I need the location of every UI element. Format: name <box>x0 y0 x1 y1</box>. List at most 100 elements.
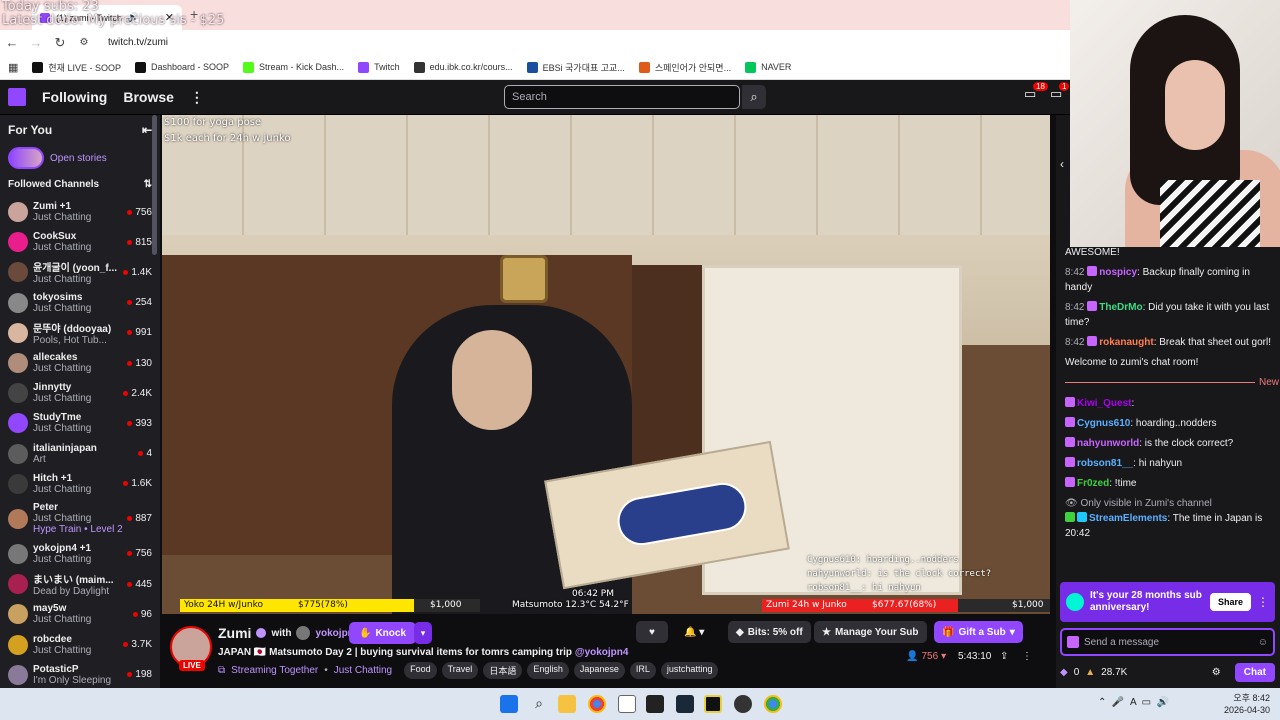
sidebar-channel[interactable]: Peter Just Chatting Hype Train • Level 2 88… <box>0 499 160 539</box>
bookmark-item[interactable]: 스페인어가 안되면... <box>638 61 731 74</box>
stream-tag[interactable]: Food <box>404 662 437 679</box>
more-icon[interactable]: ⋮ <box>190 89 204 106</box>
more-options-icon[interactable]: ⋮ <box>1022 651 1032 662</box>
knock-button[interactable]: ✋ Knock <box>349 622 417 644</box>
tray-icons[interactable]: ⌃ 🎤 A ▭ 🔊 <box>1098 697 1169 708</box>
sidebar-channel[interactable]: yokojpn4 +1 Just Chatting 756 <box>0 539 160 569</box>
title-mention[interactable]: @yokojpn4 <box>575 647 629 658</box>
twitch-logo-icon[interactable] <box>8 88 26 106</box>
app-icon[interactable] <box>704 695 722 713</box>
steam-icon[interactable] <box>676 695 694 713</box>
sidebar-channel[interactable]: Zumi +1 Just Chatting 756 <box>0 197 160 227</box>
chat-username[interactable]: TheDrMo <box>1099 302 1142 313</box>
chat-line[interactable]: nahyunworld: is the clock correct? <box>1065 436 1279 451</box>
nav-following[interactable]: Following <box>42 89 107 105</box>
stream-tag[interactable]: English <box>527 662 569 679</box>
alerts-icon[interactable]: ▭ 1 <box>1050 82 1070 102</box>
stream-tag[interactable]: Japanese <box>573 662 625 679</box>
chat-line[interactable]: Cygnus610: hoarding..nodders <box>1065 416 1279 431</box>
stream-tag[interactable]: IRL <box>629 662 656 679</box>
sidebar-channel[interactable]: may5w Just Chatting 96 <box>0 599 160 629</box>
chat-username[interactable]: nahyunworld <box>1077 438 1139 449</box>
download-app-icon[interactable] <box>646 695 664 713</box>
chat-line[interactable]: Fr0zed: !time <box>1065 476 1279 491</box>
obs-icon[interactable] <box>734 695 752 713</box>
channel-points-icon[interactable]: ◆ <box>1060 667 1068 678</box>
chat-input[interactable]: Send a message ☺ <box>1060 628 1275 656</box>
sidebar-channel[interactable]: 윤개굴이 (yoon_f... Just Chatting 1.4K <box>0 257 160 287</box>
chat-line[interactable]: robson81__: hi nahyun <box>1065 456 1279 471</box>
sidebar-channel[interactable]: まいまい (maim... Dead by Daylight 445 <box>0 569 160 599</box>
sidebar-channel[interactable]: allecakes Just Chatting 130 <box>0 348 160 378</box>
knock-dropdown-icon[interactable]: ▾ <box>414 622 432 644</box>
chat-line[interactable]: StreamElements: The time in Japan is 20:… <box>1065 511 1279 541</box>
sort-icon[interactable]: ⇅ <box>144 179 152 190</box>
bookmark-item[interactable]: Dashboard - SOOP <box>134 61 229 74</box>
sidebar-channel[interactable]: 문뚜야 (ddooyaa) Pools, Hot Tub... 991 <box>0 318 160 348</box>
sidebar-channel[interactable]: Hitch +1 Just Chatting 1.6K <box>0 469 160 499</box>
back-icon[interactable]: ← <box>0 35 24 50</box>
sidebar-channel[interactable]: robcdee Just Chatting 3.7K <box>0 629 160 659</box>
stream-category[interactable]: Just Chatting <box>334 665 392 676</box>
chrome-icon[interactable] <box>588 695 606 713</box>
chat-send-button[interactable]: Chat <box>1234 662 1275 682</box>
sidebar-channel[interactable]: tokyosims Just Chatting 254 <box>0 288 160 318</box>
chat-settings-icon[interactable]: ⚙ <box>1212 667 1221 678</box>
sidebar-channel[interactable]: CookSux Just Chatting 815 <box>0 227 160 257</box>
reload-icon[interactable]: ↻ <box>48 35 72 51</box>
bookmark-item[interactable]: edu.ibk.co.kr/cours... <box>413 61 513 74</box>
guest-avatar[interactable] <box>296 626 311 640</box>
chat-username[interactable]: robson81__ <box>1077 458 1133 469</box>
stream-tag[interactable]: justchatting <box>660 662 719 679</box>
chat-username[interactable]: rokanaught <box>1099 337 1153 348</box>
sidebar-scrollbar[interactable] <box>152 115 157 255</box>
open-stories[interactable]: Open stories <box>0 145 160 171</box>
chat-line[interactable]: 8:42 rokanaught: Break that sheet out go… <box>1065 335 1279 350</box>
sidebar-channel[interactable]: Jinnytty Just Chatting 2.4K <box>0 378 160 408</box>
chat-username[interactable]: Kiwi_Quest <box>1077 398 1131 409</box>
url-field[interactable]: twitch.tv/zumi <box>108 37 168 48</box>
banner-more-icon[interactable]: ⋮ <box>1257 595 1269 609</box>
inbox-icon[interactable]: ▭ 18 <box>1024 82 1048 102</box>
emote-picker-icon[interactable]: ☺ <box>1258 637 1268 648</box>
chrome-profile-icon[interactable] <box>764 695 782 713</box>
notifications-bell-icon[interactable]: 🔔 ▾ <box>676 621 712 643</box>
collapse-sidebar-icon[interactable]: ⇤ <box>142 123 152 137</box>
gift-sub-button[interactable]: 🎁 Gift a Sub ▾ <box>934 621 1023 643</box>
sidebar-channel[interactable]: PotasticP I'm Only Sleeping 198 <box>0 660 160 688</box>
sidebar-channel[interactable]: StudyTme Just Chatting 393 <box>0 408 160 438</box>
chat-username[interactable]: Cygnus610 <box>1077 418 1130 429</box>
bookmark-item[interactable]: EBSi 국가대표 고교... <box>526 61 625 74</box>
sidebar-channel[interactable]: italianinjapan Art 4 <box>0 439 160 469</box>
start-icon[interactable] <box>500 695 518 713</box>
search-taskbar-icon[interactable]: ⌕ <box>530 695 548 713</box>
file-explorer-icon[interactable] <box>558 695 576 713</box>
share-icon[interactable]: ⇪ <box>1000 651 1008 662</box>
search-icon[interactable]: ⌕ <box>742 85 766 109</box>
follow-heart-icon[interactable]: ♥ <box>636 621 668 643</box>
search-input[interactable]: Search <box>504 85 740 109</box>
streaming-together[interactable]: Streaming Together <box>231 665 318 676</box>
share-anniversary-button[interactable]: Share <box>1209 593 1251 611</box>
bits-balance-icon[interactable]: ▲ <box>1085 667 1095 678</box>
stream-tag[interactable]: 日本語 <box>483 662 523 679</box>
chat-line[interactable]: 8:42 TheDrMo: Did you take it with you l… <box>1065 300 1279 330</box>
bookmark-item[interactable]: Stream - Kick Dash... <box>243 61 344 74</box>
bookmark-item[interactable]: NAVER <box>745 61 791 74</box>
bits-button[interactable]: ◆ Bits: 5% off <box>728 621 811 643</box>
chat-username[interactable]: Fr0zed <box>1077 478 1109 489</box>
chat-username[interactable]: StreamElements <box>1089 513 1167 524</box>
manage-sub-button[interactable]: ★ Manage Your Sub <box>814 621 927 643</box>
chat-line[interactable]: 8:42 nospicy: Backup finally coming in h… <box>1065 265 1279 295</box>
bookmark-item[interactable]: Twitch <box>358 61 400 74</box>
apps-grid-icon[interactable]: ▦ <box>8 61 18 74</box>
forward-icon[interactable]: → <box>24 35 48 50</box>
chat-username[interactable]: nospicy <box>1099 267 1137 278</box>
notepad-icon[interactable] <box>618 695 636 713</box>
stream-tag[interactable]: Travel <box>441 662 479 679</box>
clock[interactable]: 오후 8:42 2026-04-30 <box>1224 692 1270 716</box>
bookmark-item[interactable]: 현재 LIVE - SOOP <box>32 61 121 74</box>
nav-browse[interactable]: Browse <box>123 89 174 105</box>
site-info-icon[interactable]: ⚙ <box>72 37 96 48</box>
chat-line[interactable]: Kiwi_Quest: <box>1065 396 1279 411</box>
